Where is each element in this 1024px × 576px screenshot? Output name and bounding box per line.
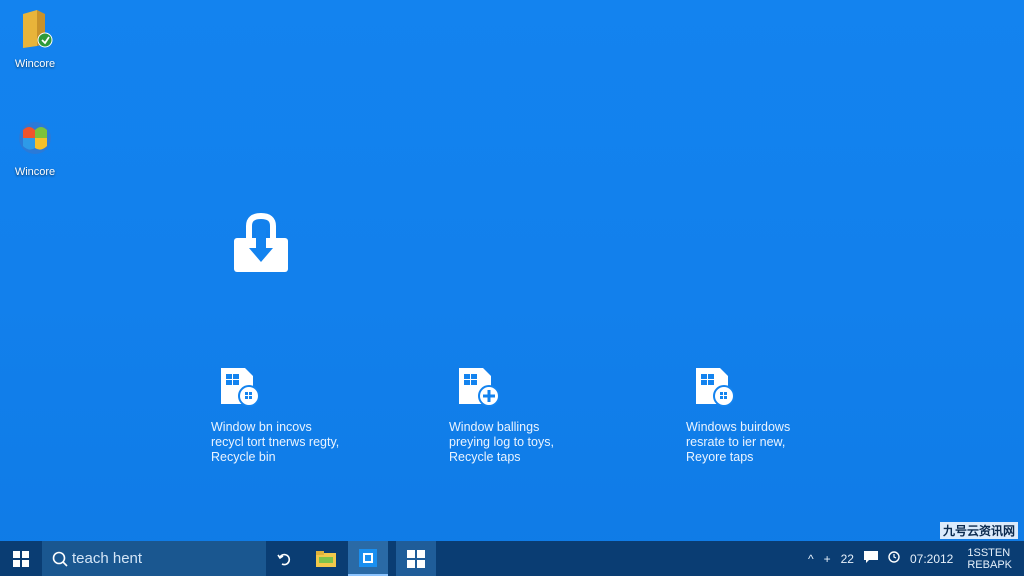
tray-plus[interactable]: + (824, 552, 831, 566)
taskbar: teach hent ^ + 22 07:2012 1SSTEN REBAPK (0, 541, 1024, 576)
start-button[interactable] (0, 541, 42, 576)
tray-time[interactable]: 07:2012 (910, 552, 953, 566)
tile-text: Windows buirdows resrate to ier new, Rey… (686, 420, 791, 464)
clock-circle-icon (888, 551, 900, 563)
windows-logo-icon (407, 549, 425, 568)
windows-logo-icon (19, 122, 51, 154)
clock-line-2: REBAPK (967, 558, 1012, 571)
file-explorer-icon (316, 550, 336, 567)
system-tray: ^ + 22 07:2012 1SSTEN REBAPK (808, 541, 1024, 576)
desktop-icon-folder[interactable]: Wincore (0, 6, 70, 70)
document-add-icon (459, 368, 500, 407)
watermark: 九号云资讯网 (939, 522, 1018, 539)
tile-windows-buirdows[interactable]: Windows buirdows resrate to ier new, Rey… (686, 366, 856, 465)
show-hidden-icons-button[interactable]: ^ (808, 552, 814, 566)
tile-text: Window bn incovs recycl tort tnerws regt… (211, 420, 340, 464)
tile-window-ballings[interactable]: Window ballings preying log to toys, Rec… (449, 366, 619, 465)
clock[interactable]: 1SSTEN REBAPK (967, 547, 1012, 571)
desktop-icon-label: Wincore (14, 58, 56, 70)
task-view-icon (277, 553, 291, 565)
taskbar-search[interactable]: teach hent (42, 541, 266, 576)
message-icon (863, 551, 878, 563)
taskbar-file-explorer[interactable] (306, 541, 346, 576)
notification-icon[interactable] (863, 551, 878, 566)
folder-icon (23, 10, 53, 48)
taskbar-app-blue[interactable] (348, 541, 388, 576)
windows-start-icon (13, 550, 29, 567)
desktop-icon-windows[interactable]: Wincore (0, 118, 70, 178)
search-icon (52, 551, 68, 567)
search-placeholder: teach hent (72, 550, 143, 567)
clock-line-1: 1SSTEN (967, 546, 1011, 559)
lock-download-icon (234, 212, 288, 272)
document-windows-icon (696, 368, 735, 407)
task-view-button[interactable] (266, 541, 304, 576)
taskbar-windows-app[interactable] (396, 541, 436, 576)
tray-count[interactable]: 22 (841, 552, 854, 566)
volume-icon[interactable] (888, 551, 900, 566)
desktop-icon-label: Wincore (14, 166, 56, 178)
document-windows-icon (221, 368, 260, 407)
tile-recycle-bin[interactable]: Window bn incovs recycl tort tnerws regt… (211, 366, 381, 465)
app-window-icon (359, 548, 377, 567)
tile-text: Window ballings preying log to toys, Rec… (449, 420, 554, 464)
